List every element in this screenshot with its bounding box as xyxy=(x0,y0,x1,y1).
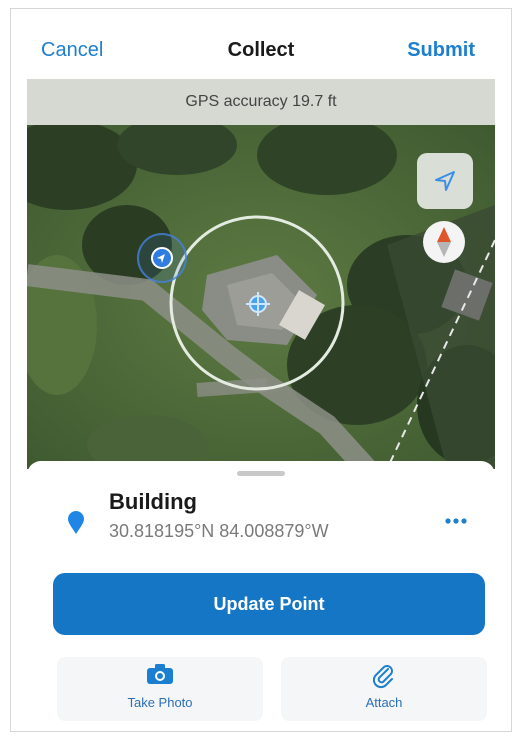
crosshair-icon xyxy=(245,291,271,317)
map-pin-icon xyxy=(67,511,85,540)
attach-button[interactable]: Attach xyxy=(281,657,487,721)
compass-button[interactable] xyxy=(423,221,465,263)
compass-icon xyxy=(435,227,453,257)
update-point-button[interactable]: Update Point xyxy=(53,573,485,635)
navigation-arrow-icon xyxy=(432,168,458,194)
phone-screen: Cancel Collect Submit GPS accuracy 19.7 … xyxy=(10,8,512,732)
take-photo-label: Take Photo xyxy=(127,695,193,710)
submit-button[interactable]: Submit xyxy=(407,39,475,62)
feature-title: Building xyxy=(109,489,197,514)
satellite-map[interactable] xyxy=(27,125,495,469)
location-dot-icon xyxy=(137,233,187,283)
paperclip-icon xyxy=(372,663,396,694)
more-options-icon[interactable] xyxy=(445,511,467,529)
feature-panel: Building 30.818195°N 84.008879°W Update … xyxy=(27,461,495,731)
take-photo-button[interactable]: Take Photo xyxy=(57,657,263,721)
feature-coordinates: 30.818195°N 84.008879°W xyxy=(109,521,329,541)
navigation-button[interactable] xyxy=(417,153,473,209)
attach-label: Attach xyxy=(365,695,403,710)
camera-icon xyxy=(146,663,174,690)
gps-accuracy-banner: GPS accuracy 19.7 ft xyxy=(27,79,495,125)
top-bar: Cancel Collect Submit xyxy=(11,9,511,87)
drag-handle[interactable] xyxy=(237,471,285,476)
